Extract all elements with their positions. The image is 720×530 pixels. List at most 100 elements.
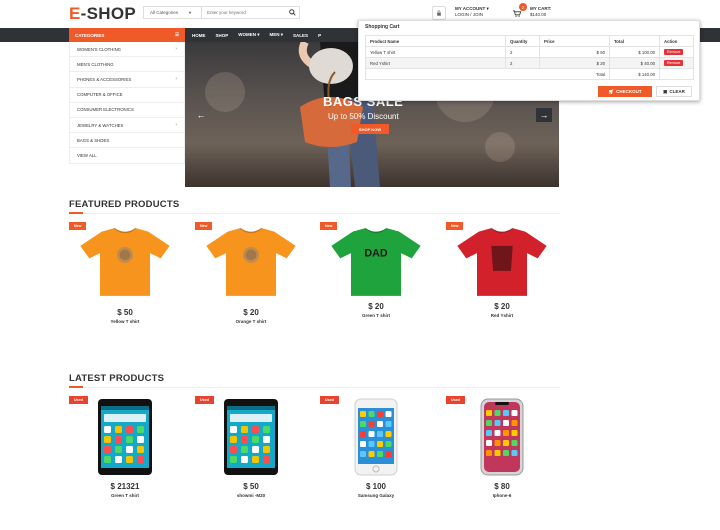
- cart-count-badge: 2: [519, 3, 527, 11]
- nav-link[interactable]: P: [316, 33, 329, 38]
- sidebar-item[interactable]: WOMEN'S CLOTHING ›: [70, 42, 184, 58]
- category-sidebar: WOMEN'S CLOTHING › MEN'S CLOTHING PHONES & …: [69, 42, 185, 164]
- cart-table: Product Name Quantity Price Total Action…: [365, 35, 694, 80]
- search-button[interactable]: [285, 7, 299, 18]
- sidebar-item[interactable]: CONSUMER ELECTRONICS: [70, 103, 184, 118]
- cart-item-price: $ 20: [539, 57, 610, 69]
- sidebar-item[interactable]: BAGS & SHOES: [70, 133, 184, 149]
- used-badge: Used: [446, 396, 465, 404]
- featured-title: FEATURED PRODUCTS: [69, 199, 180, 210]
- product-price: $ 20: [243, 308, 259, 317]
- nav-link[interactable]: HOME: [190, 33, 214, 38]
- search-bar: All Categories ▼: [143, 6, 300, 19]
- cart-total-row: Total $ 140.00: [365, 68, 694, 80]
- sidebar-item[interactable]: JEWELRY & WATCHES ›: [70, 118, 184, 134]
- product-image: [206, 227, 296, 296]
- search-category-select[interactable]: All Categories ▼: [144, 7, 202, 18]
- sidebar-item-label: BAGS & SHOES: [77, 137, 110, 143]
- cart-item-name: Yellow T shirt: [365, 46, 506, 58]
- col-price: Price: [539, 35, 610, 47]
- product-name[interactable]: Orange T shirt: [195, 319, 307, 324]
- remove-button[interactable]: Remove: [664, 60, 684, 66]
- sidebar-item[interactable]: MEN'S CLOTHING: [70, 57, 184, 73]
- chevron-right-icon: ›: [175, 122, 177, 129]
- product-card[interactable]: New DAD $ 20 Green T shirt: [320, 222, 432, 332]
- product-name[interactable]: Yellow T shirt: [69, 319, 181, 324]
- categories-toggle[interactable]: CATEGORIES ☰: [69, 28, 185, 42]
- product-card[interactable]: New $ 20 Red Yshirt: [446, 222, 558, 332]
- arrow-left-icon: ←: [196, 110, 206, 120]
- product-price: $ 50: [117, 308, 133, 317]
- product-image: DAD: [331, 227, 421, 296]
- nav-link[interactable]: WOMEN ▾: [236, 32, 267, 38]
- product-image: [354, 398, 398, 476]
- nav-links: HOME SHOP WOMEN ▾ MEN ▾ SALES P: [190, 28, 329, 42]
- new-badge: New: [195, 222, 213, 230]
- cart-item-qty: 2: [505, 57, 540, 69]
- search-input[interactable]: [202, 7, 285, 18]
- product-name[interactable]: Green T shirt: [320, 313, 432, 318]
- col-total: Total: [609, 35, 660, 47]
- product-card[interactable]: Used $ 21321 Green T shirt: [69, 396, 181, 504]
- sidebar-item-label: JEWELRY & WATCHES: [77, 122, 124, 128]
- shirt-print: DAD: [364, 248, 387, 260]
- nav-link[interactable]: SALES: [291, 33, 316, 38]
- product-price: $ 50: [243, 482, 259, 491]
- product-price: $ 21321: [110, 482, 140, 491]
- cart-item-total: $ 100.00: [609, 46, 660, 58]
- cart-total-label: Total: [365, 68, 610, 80]
- cart-dropdown-heading: Shopping Cart: [365, 24, 400, 30]
- product-card[interactable]: Used $ 100 Samsung Galaxy: [320, 396, 432, 504]
- caret-down-icon: ▼: [188, 10, 192, 15]
- lock-icon: [437, 10, 441, 16]
- checkout-button[interactable]: 🛒︎ CHECKOUT: [598, 86, 652, 97]
- product-card[interactable]: Used $ 80 Iphone-6: [446, 396, 558, 504]
- cart-dropdown: Shopping Cart Product Name Quantity Pric…: [358, 20, 700, 101]
- product-price: $ 100: [365, 482, 387, 491]
- col-product-name: Product Name: [365, 35, 506, 47]
- slider-prev-button[interactable]: ←: [193, 108, 209, 122]
- cart-total-value: $ 140.00: [609, 68, 660, 80]
- product-price: $ 20: [368, 302, 384, 311]
- used-badge: Used: [69, 396, 88, 404]
- nav-link[interactable]: SHOP: [214, 33, 237, 38]
- trash-icon: ▣: [663, 88, 668, 94]
- sidebar-item[interactable]: COMPUTER & OFFICE: [70, 88, 184, 103]
- sidebar-item-label: MEN'S CLOTHING: [77, 61, 114, 67]
- account-button[interactable]: [432, 6, 446, 20]
- account-menu[interactable]: MY ACCOUNT ▾ LOGIN / JOIN: [455, 6, 489, 18]
- sidebar-item[interactable]: VIEW ALL: [70, 148, 184, 164]
- sidebar-item-label: PHONES & ACCESSORIES: [77, 76, 132, 82]
- arrow-right-icon: →: [539, 110, 549, 120]
- product-image: [480, 398, 524, 476]
- product-card[interactable]: New $ 50 Yellow T shirt: [69, 222, 181, 332]
- product-image: [224, 399, 278, 475]
- cart-table-header: Product Name Quantity Price Total Action: [365, 35, 694, 47]
- product-image: [98, 399, 152, 475]
- col-quantity: Quantity: [505, 35, 540, 47]
- slider-next-button[interactable]: →: [536, 108, 552, 122]
- product-name[interactable]: Iphone-6: [446, 493, 558, 498]
- remove-button[interactable]: Remove: [664, 49, 684, 55]
- shop-now-button[interactable]: SHOP NOW: [351, 124, 389, 134]
- product-name[interactable]: Samsung Galaxy: [320, 493, 432, 498]
- col-action: Action: [659, 35, 694, 47]
- clear-cart-button[interactable]: ▣ CLEAR: [656, 86, 692, 97]
- cart-icon: 🛒︎: [608, 88, 615, 94]
- cart-summary[interactable]: MY CART: $140.00: [530, 6, 551, 18]
- chevron-right-icon: ›: [175, 46, 177, 53]
- cart-item-action: Remove: [659, 46, 694, 58]
- nav-link[interactable]: MEN ▾: [268, 32, 292, 38]
- sidebar-item-label: VIEW ALL: [77, 152, 97, 158]
- product-name[interactable]: Green T shirt: [69, 493, 181, 498]
- logo[interactable]: E-SHOP: [69, 4, 136, 24]
- product-card[interactable]: Used $ 50 showmi -M20: [195, 396, 307, 504]
- sidebar-item-label: CONSUMER ELECTRONICS: [77, 107, 134, 113]
- cart-row: Red Yshirt 2 $ 20 $ 40.00 Remove: [365, 57, 694, 69]
- product-name[interactable]: Red Yshirt: [446, 313, 558, 318]
- sidebar-item-label: COMPUTER & OFFICE: [77, 92, 123, 98]
- product-name[interactable]: showmi -M20: [195, 493, 307, 498]
- cart-item-price: $ 50: [539, 46, 610, 58]
- sidebar-item[interactable]: PHONES & ACCESSORIES ›: [70, 72, 184, 88]
- product-card[interactable]: New $ 20 Orange T shirt: [195, 222, 307, 332]
